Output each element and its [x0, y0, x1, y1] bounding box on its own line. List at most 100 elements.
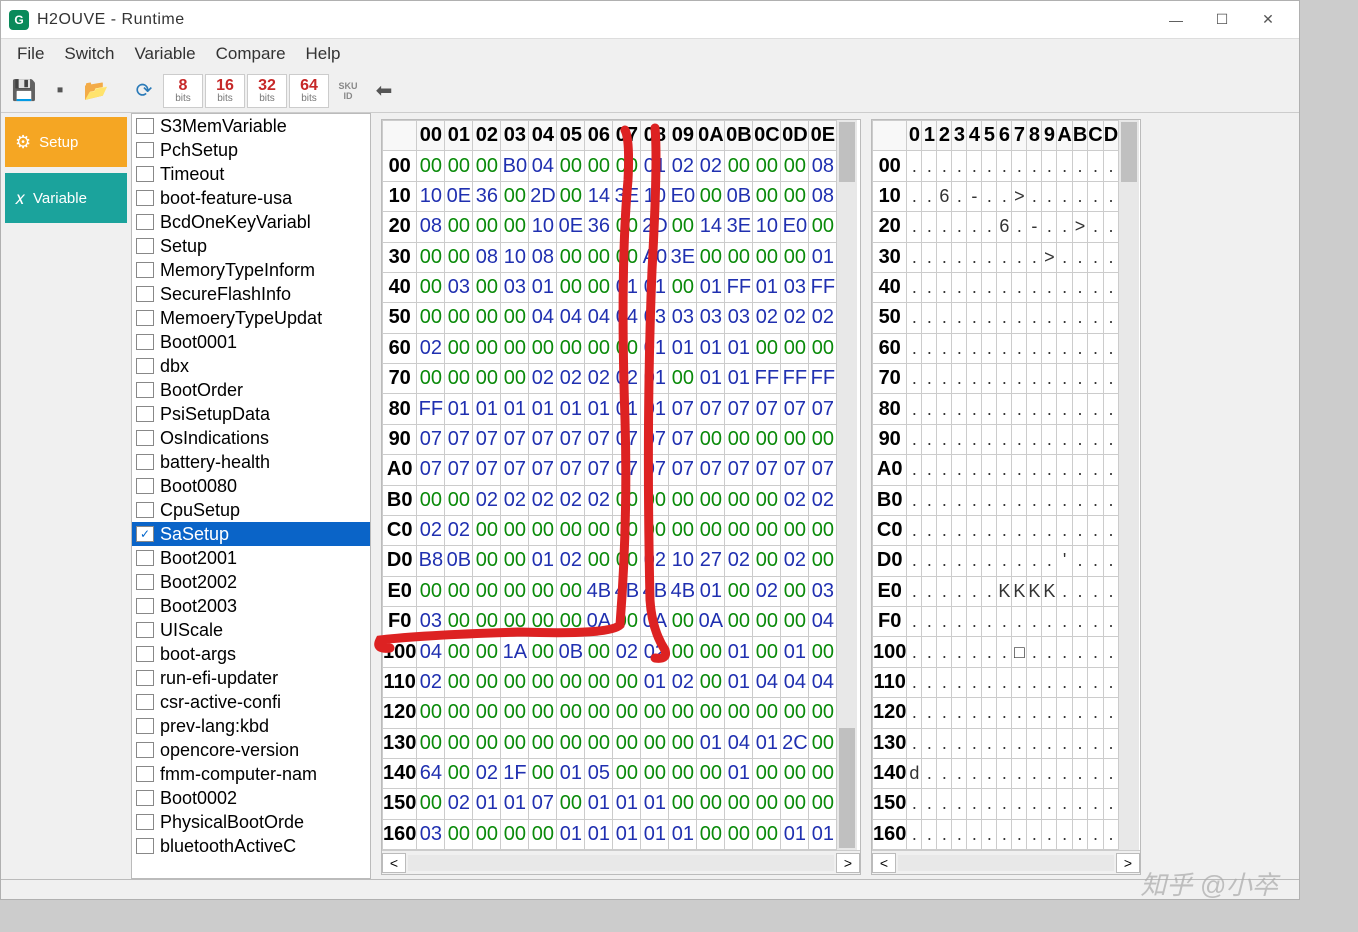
- hex-cell[interactable]: 01: [501, 789, 529, 819]
- hex-cell[interactable]: 02: [781, 303, 809, 333]
- scroll-left-icon[interactable]: <: [872, 853, 896, 873]
- ascii-cell[interactable]: .: [907, 485, 922, 515]
- ascii-cell[interactable]: .: [1042, 698, 1057, 728]
- checkbox[interactable]: [136, 430, 154, 446]
- ascii-cell[interactable]: .: [1027, 758, 1042, 788]
- hex-cell[interactable]: 00: [697, 637, 725, 667]
- ascii-cell[interactable]: .: [952, 637, 967, 667]
- hex-cell[interactable]: 00: [417, 698, 445, 728]
- ascii-cell[interactable]: .: [982, 333, 997, 363]
- variable-item[interactable]: Boot2001: [132, 546, 370, 570]
- ascii-cell[interactable]: .: [907, 303, 922, 333]
- ascii-cell[interactable]: .: [1103, 698, 1118, 728]
- hex-cell[interactable]: 00: [501, 667, 529, 697]
- ascii-cell[interactable]: .: [1072, 819, 1087, 849]
- hex-cell[interactable]: 00: [529, 819, 557, 849]
- ascii-cell[interactable]: .: [1057, 698, 1072, 728]
- hex-cell[interactable]: 01: [697, 333, 725, 363]
- variable-item[interactable]: battery-health: [132, 450, 370, 474]
- hex-cell[interactable]: 00: [445, 212, 473, 242]
- hex-cell[interactable]: 00: [501, 181, 529, 211]
- ascii-cell[interactable]: .: [1088, 303, 1103, 333]
- ascii-cell[interactable]: .: [967, 546, 982, 576]
- hex-cell[interactable]: 07: [781, 455, 809, 485]
- ascii-cell[interactable]: .: [922, 455, 937, 485]
- ascii-cell[interactable]: .: [952, 546, 967, 576]
- hex-cell[interactable]: 02: [697, 151, 725, 181]
- hex-cell[interactable]: 01: [641, 819, 669, 849]
- hex-cell[interactable]: 02: [613, 364, 641, 394]
- ascii-cell[interactable]: .: [1057, 212, 1072, 242]
- checkbox[interactable]: [136, 718, 154, 734]
- hex-cell[interactable]: 01: [473, 394, 501, 424]
- checkbox[interactable]: [136, 238, 154, 254]
- hex-cell[interactable]: 02: [529, 364, 557, 394]
- hex-cell[interactable]: 00: [613, 728, 641, 758]
- ascii-cell[interactable]: .: [1057, 242, 1072, 272]
- hex-cell[interactable]: 36: [473, 181, 501, 211]
- hex-cell[interactable]: 07: [445, 455, 473, 485]
- hex-cell[interactable]: 05: [585, 758, 613, 788]
- ascii-cell[interactable]: .: [1088, 607, 1103, 637]
- hex-cell[interactable]: 04: [753, 667, 781, 697]
- ascii-cell[interactable]: .: [1088, 515, 1103, 545]
- ascii-cell[interactable]: K: [1042, 576, 1057, 606]
- hex-cell[interactable]: 00: [557, 151, 585, 181]
- hex-cell[interactable]: 00: [529, 333, 557, 363]
- hex-cell[interactable]: 07: [669, 455, 697, 485]
- ascii-cell[interactable]: .: [997, 181, 1012, 211]
- ascii-cell[interactable]: .: [937, 667, 952, 697]
- hex-cell[interactable]: 00: [529, 698, 557, 728]
- hex-cell[interactable]: 00: [501, 607, 529, 637]
- ascii-cell[interactable]: .: [1088, 364, 1103, 394]
- hex-cell[interactable]: FF: [417, 394, 445, 424]
- hex-cell[interactable]: 00: [445, 576, 473, 606]
- ascii-cell[interactable]: .: [1088, 819, 1103, 849]
- ascii-cell[interactable]: .: [1072, 424, 1087, 454]
- ascii-cell[interactable]: .: [997, 515, 1012, 545]
- hex-cell[interactable]: 1F: [501, 758, 529, 788]
- variable-item[interactable]: PchSetup: [132, 138, 370, 162]
- ascii-cell[interactable]: .: [937, 364, 952, 394]
- hex-cell[interactable]: 00: [641, 758, 669, 788]
- hex-cell[interactable]: 07: [781, 394, 809, 424]
- hex-cell[interactable]: 01: [669, 819, 697, 849]
- ascii-cell[interactable]: .: [1027, 698, 1042, 728]
- ascii-cell[interactable]: .: [1072, 333, 1087, 363]
- ascii-cell[interactable]: .: [1027, 607, 1042, 637]
- ascii-cell[interactable]: .: [1088, 546, 1103, 576]
- ascii-cell[interactable]: .: [967, 455, 982, 485]
- ascii-cell[interactable]: .: [967, 272, 982, 302]
- ascii-cell[interactable]: K: [997, 576, 1012, 606]
- hex-cell[interactable]: 01: [781, 819, 809, 849]
- ascii-cell[interactable]: .: [952, 364, 967, 394]
- hex-cell[interactable]: 04: [417, 637, 445, 667]
- ascii-cell[interactable]: .: [1057, 485, 1072, 515]
- hex-cell[interactable]: 07: [417, 424, 445, 454]
- ascii-cell[interactable]: .: [1088, 455, 1103, 485]
- ascii-cell[interactable]: .: [922, 151, 937, 181]
- ascii-cell[interactable]: .: [997, 637, 1012, 667]
- ascii-cell[interactable]: .: [1012, 758, 1027, 788]
- hex-cell[interactable]: 00: [613, 667, 641, 697]
- ascii-cell[interactable]: .: [922, 607, 937, 637]
- ascii-cell[interactable]: .: [1012, 607, 1027, 637]
- hex-cell[interactable]: 00: [557, 698, 585, 728]
- ascii-cell[interactable]: .: [1057, 364, 1072, 394]
- ascii-cell[interactable]: K: [1012, 576, 1027, 606]
- checkbox[interactable]: [136, 766, 154, 782]
- ascii-cell[interactable]: .: [982, 364, 997, 394]
- hex-cell[interactable]: 0A: [585, 607, 613, 637]
- hex-cell[interactable]: 03: [445, 272, 473, 302]
- ascii-cell[interactable]: .: [1042, 424, 1057, 454]
- hex-cell[interactable]: 00: [697, 181, 725, 211]
- ascii-cell[interactable]: .: [1027, 333, 1042, 363]
- hex-cell[interactable]: 07: [753, 455, 781, 485]
- ascii-cell[interactable]: .: [952, 819, 967, 849]
- ascii-cell[interactable]: .: [1027, 546, 1042, 576]
- ascii-cell[interactable]: K: [1027, 576, 1042, 606]
- ascii-cell[interactable]: .: [1042, 607, 1057, 637]
- ascii-cell[interactable]: .: [982, 394, 997, 424]
- hex-table[interactable]: 000102030405060708090A0B0C0D0E00000000B0…: [382, 120, 837, 850]
- hex-cell[interactable]: 02: [557, 485, 585, 515]
